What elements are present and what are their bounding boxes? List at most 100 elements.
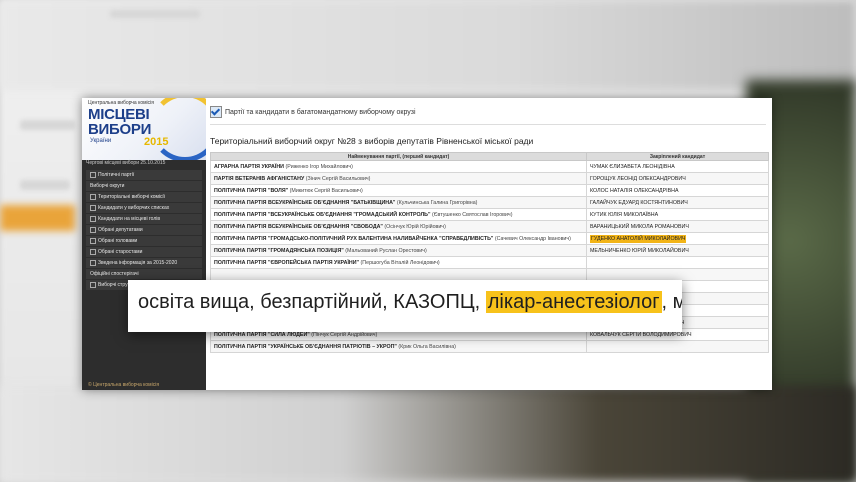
table-row: ПОЛІТИЧНА ПАРТІЯ "ГРОМАДЯНСЬКА ПОЗИЦІЯ" … [210, 244, 769, 257]
nav-item-elected-heads[interactable]: Обрані головами [86, 236, 202, 246]
logo-title-line1: МІСЦЕВІ [88, 106, 150, 123]
nav-item-candidates-lists[interactable]: Кандидати у виборчих списках [86, 203, 202, 213]
assigned-candidate[interactable]: КУТИК ЮЛІЯ МИКОЛАЇВНА [590, 212, 658, 218]
background-bar [20, 120, 75, 130]
assigned-candidate-cell: МЕЛЬНИЧЕНКО ЮРІЙ МИКОЛАЙОВИЧ [586, 244, 769, 257]
plus-icon [90, 248, 96, 255]
sidebar-footer: © Центральна виборча комісія [88, 382, 160, 388]
background-bottom [0, 386, 856, 482]
assigned-candidate[interactable]: ЧУМАК ЄЛИЗАВЕТА ЛЕОНІДІВНА [590, 164, 675, 170]
nav-item-commissions[interactable]: Територіальні виборчі комісії [86, 192, 202, 202]
plus-icon [90, 259, 96, 266]
sidebar: Центральна виборча комісія МІСЦЕВІ ВИБОР… [82, 98, 206, 390]
background-bar [110, 10, 200, 18]
divider [210, 124, 766, 125]
assigned-candidate-cell: ВАРАНИЦЬКИЙ МИКОЛА РОМАНОВИЧ [586, 220, 769, 233]
plus-icon [90, 281, 96, 288]
main-content: Партії та кандидати в багатомандатному в… [206, 98, 772, 390]
assigned-candidate-cell: ГУДЕНКО АНАТОЛІЙ МИКОЛАЙОВИЧ [586, 232, 769, 245]
nav-item-summary[interactable]: Зведена інформація за 2015-2020 [86, 258, 202, 268]
background-highlight [0, 205, 75, 231]
first-candidate: (Крик Ольга Василівна) [398, 343, 456, 350]
checkbox-label: Партії та кандидати в багатомандатному в… [225, 108, 416, 116]
background-bar [20, 180, 70, 190]
nav-item-observers[interactable]: Офіційні спостерігачі [86, 269, 202, 279]
party-name[interactable]: ПОЛІТИЧНА ПАРТІЯ "ЄВРОПЕЙСЬКА ПАРТІЯ УКР… [214, 260, 359, 266]
party-name[interactable]: ПОЛІТИЧНА ПАРТІЯ "УКРАЇНСЬКЕ ОБ'ЄДНАННЯ … [214, 344, 397, 350]
party-name[interactable]: ПОЛІТИЧНА ПАРТІЯ ВСЕУКРАЇНСЬКЕ ОБ'ЄДНАНН… [214, 224, 383, 230]
party-name[interactable]: АГРАРНА ПАРТІЯ УКРАЇНИ [214, 164, 284, 170]
party-cell: ПОЛІТИЧНА ПАРТІЯ "ВОЛЯ" (Микитюк Сергій … [210, 184, 587, 197]
first-candidate: (Микитюк Сергій Васильович) [289, 187, 363, 194]
highlighted-candidate[interactable]: ГУДЕНКО АНАТОЛІЙ МИКОЛАЙОВИЧ [590, 234, 687, 243]
logo-title-line2: ВИБОРИ [88, 121, 152, 138]
plus-icon [90, 237, 96, 244]
column-header-party: Найменування партії, (перший кандидат) [210, 152, 587, 161]
sidebar-nav: Політичні партії Виборчі округи Територі… [82, 170, 206, 291]
plus-icon [90, 215, 96, 222]
party-cell: АГРАРНА ПАРТІЯ УКРАЇНИ (Риженко Ігор Мих… [210, 160, 587, 173]
website-screenshot: Центральна виборча комісія МІСЦЕВІ ВИБОР… [82, 98, 772, 390]
first-candidate: (Риженко Ігор Михайлович) [285, 163, 353, 170]
assigned-candidate-cell: ГАЛАЙЧУК ЕДУАРД КОСТЯНТИНОВИЧ [586, 196, 769, 209]
party-cell: ПОЛІТИЧНА ПАРТІЯ "ЄВРОПЕЙСЬКА ПАРТІЯ УКР… [210, 256, 587, 269]
assigned-candidate-cell [586, 268, 769, 281]
first-candidate: (Осінчук Юрій Юрійович) [384, 223, 446, 230]
district-heading: Територіальний виборчий округ №28 з вибо… [210, 136, 534, 146]
party-cell: ПОЛІТИЧНА ПАРТІЯ "ВСЕУКРАЇНСЬКЕ ОБ'ЄДНАН… [210, 208, 587, 221]
party-name[interactable]: ПОЛІТИЧНА ПАРТІЯ "ВСЕУКРАЇНСЬКЕ ОБ'ЄДНАН… [214, 212, 431, 218]
table-row: ПОЛІТИЧНА ПАРТІЯ ВСЕУКРАЇНСЬКЕ ОБ'ЄДНАНН… [210, 220, 769, 233]
party-name[interactable]: ПОЛІТИЧНА ПАРТІЯ "ВОЛЯ" [214, 188, 288, 194]
table-row [210, 268, 769, 281]
assigned-candidate[interactable]: ГОРОЩУК ЛЕОНІД ОЛЕКСАНДРОВИЧ [590, 176, 686, 182]
checkbox-checked-icon[interactable] [210, 106, 222, 118]
party-cell [210, 268, 587, 281]
party-cell: ПОЛІТИЧНА ПАРТІЯ "ГРОМАДСЬКО-ПОЛІТИЧНИЙ … [210, 232, 587, 245]
assigned-candidate[interactable]: КОЛОС НАТАЛІЯ ОЛЕКСАНДРІВНА [590, 188, 679, 194]
first-candidate: (Першогуба Віталій Леонідович) [360, 259, 440, 266]
multimandate-checkbox-row[interactable]: Партії та кандидати в багатомандатному в… [210, 106, 416, 118]
assigned-candidate-cell: ГОРОЩУК ЛЕОНІД ОЛЕКСАНДРОВИЧ [586, 172, 769, 185]
party-cell: ПАРТІЯ ВЕТЕРАНІВ АФГАНІСТАНУ (Зінич Серг… [210, 172, 587, 185]
election-date: Чергові місцеві вибори 25.10.2015 [86, 160, 166, 166]
first-candidate: (Пінчук Сергій Андрійович) [311, 331, 378, 338]
first-candidate: (Кульчинська Галина Григорівна) [396, 199, 478, 206]
assigned-candidate-cell [586, 256, 769, 269]
nav-item-candidates-heads[interactable]: Кандидати на місцеві голів [86, 214, 202, 224]
assigned-candidate-cell: ЧУМАК ЄЛИЗАВЕТА ЛЕОНІДІВНА [586, 160, 769, 173]
callout-text-after: , м [661, 291, 683, 313]
assigned-candidate[interactable]: МЕЛЬНИЧЕНКО ЮРІЙ МИКОЛАЙОВИЧ [590, 248, 689, 254]
table-row: ПАРТІЯ ВЕТЕРАНІВ АФГАНІСТАНУ (Зінич Серг… [210, 172, 769, 185]
nav-item-elected-elders[interactable]: Обрані старостами [86, 247, 202, 257]
party-cell: ПОЛІТИЧНА ПАРТІЯ ВСЕУКРАЇНСЬКЕ ОБ'ЄДНАНН… [210, 196, 587, 209]
logo-year: 2015 [144, 136, 169, 148]
party-name[interactable]: ПОЛІТИЧНА ПАРТІЯ "ГРОМАДЯНСЬКА ПОЗИЦІЯ" [214, 248, 344, 254]
assigned-candidate-cell: КУТИК ЮЛІЯ МИКОЛАЇВНА [586, 208, 769, 221]
logo-swoosh-icon [150, 98, 206, 160]
plus-icon [90, 171, 96, 178]
assigned-candidate[interactable]: КОВАЛЬЧУК СЕРГІЙ ВОЛОДИМИРОВИЧ [590, 332, 692, 338]
party-name[interactable]: ПОЛІТИЧНА ПАРТІЯ "ГРОМАДСЬКО-ПОЛІТИЧНИЙ … [214, 236, 493, 242]
first-candidate: (Євтушенко Святослав Ігорович) [431, 211, 513, 218]
party-name[interactable]: ПОЛІТИЧНА ПАРТІЯ "СИЛА ЛЮДЕЙ" [214, 332, 310, 338]
elections-logo: Центральна виборча комісія МІСЦЕВІ ВИБОР… [82, 98, 206, 160]
zoom-callout: освіта вища, безпартійний, КАЗОПЦ, лікар… [128, 280, 682, 332]
party-cell: ПОЛІТИЧНА ПАРТІЯ "ГРОМАДЯНСЬКА ПОЗИЦІЯ" … [210, 244, 587, 257]
assigned-candidate[interactable]: ГАЛАЙЧУК ЕДУАРД КОСТЯНТИНОВИЧ [590, 200, 688, 206]
assigned-candidate-cell [586, 340, 769, 353]
plus-icon [90, 226, 96, 233]
logo-title: МІСЦЕВІ ВИБОРИ [88, 107, 151, 137]
nav-item-parties[interactable]: Політичні партії [86, 170, 202, 180]
nav-item-districts[interactable]: Виборчі округи [86, 181, 202, 191]
table-row: ПОЛІТИЧНА ПАРТІЯ "ВОЛЯ" (Микитюк Сергій … [210, 184, 769, 197]
assigned-candidate-cell: КОЛОС НАТАЛІЯ ОЛЕКСАНДРІВНА [586, 184, 769, 197]
column-header-candidate: Закріплений кандидат [586, 152, 769, 161]
party-name[interactable]: ПАРТІЯ ВЕТЕРАНІВ АФГАНІСТАНУ [214, 176, 304, 182]
party-name[interactable]: ПОЛІТИЧНА ПАРТІЯ ВСЕУКРАЇНСЬКЕ ОБ'ЄДНАНН… [214, 200, 395, 206]
first-candidate: (Зінич Сергій Васильович) [305, 175, 371, 182]
nav-item-elected-deputies[interactable]: Обрані депутатами [86, 225, 202, 235]
first-candidate: (Мальований Руслан Орестович) [345, 247, 427, 254]
table-row: ПОЛІТИЧНА ПАРТІЯ "ГРОМАДСЬКО-ПОЛІТИЧНИЙ … [210, 232, 769, 245]
assigned-candidate[interactable]: ВАРАНИЦЬКИЙ МИКОЛА РОМАНОВИЧ [590, 224, 689, 230]
table-header-row: Найменування партії, (перший кандидат) З… [210, 152, 769, 161]
